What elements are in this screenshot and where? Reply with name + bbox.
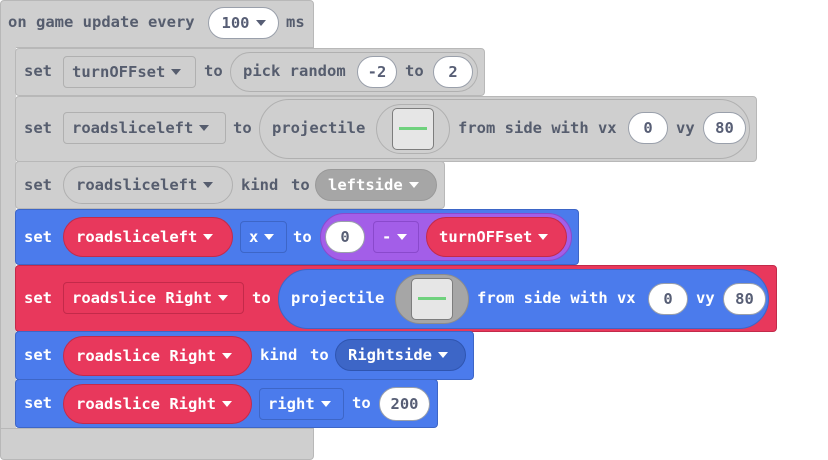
variable-dropdown-roadsliceleft[interactable]: roadsliceleft [63, 112, 226, 144]
pick-random-label: pick random [243, 62, 346, 80]
to-label: to [252, 289, 271, 307]
set-label: set [24, 289, 52, 307]
kind-label: kind [241, 176, 279, 194]
road-image-icon[interactable] [392, 108, 434, 150]
projectile-label: projectile [272, 119, 366, 137]
variable-pill-roadsliceleft[interactable]: roadsliceleft [63, 217, 233, 257]
math-left-input[interactable]: 0 [325, 221, 365, 253]
chevron-down-icon [538, 234, 549, 240]
to-label: to [405, 62, 424, 80]
vy-label: vy [696, 289, 715, 307]
chevron-down-icon [199, 125, 210, 131]
chevron-down-icon [438, 352, 448, 358]
chevron-down-icon [221, 401, 232, 407]
vx-input-left[interactable]: 0 [628, 112, 668, 144]
chevron-down-icon [203, 234, 214, 240]
set-label: set [24, 119, 52, 137]
to-label: to [352, 394, 371, 412]
property-dropdown-x[interactable]: x [240, 221, 287, 253]
operator-dropdown[interactable]: - [373, 221, 419, 253]
chevron-down-icon [408, 182, 419, 188]
to-label: to [204, 62, 223, 80]
road-image-icon[interactable] [411, 278, 453, 320]
set-label: set [24, 346, 52, 364]
kind-label: kind [260, 346, 298, 364]
chevron-down-icon [397, 234, 408, 240]
event-block-side [0, 46, 16, 432]
chevron-down-icon [217, 295, 228, 301]
chevron-down-icon [320, 401, 331, 407]
property-dropdown-right[interactable]: right [259, 388, 344, 420]
chevron-down-icon [221, 353, 232, 359]
set-label: set [24, 228, 52, 246]
to-label: to [310, 346, 329, 364]
set-label: set [24, 62, 52, 80]
chevron-down-icon [264, 234, 275, 240]
projectile-label: projectile [291, 289, 385, 307]
event-unit: ms [286, 13, 305, 31]
variable-dropdown-turnoffset[interactable]: turnOFFset [63, 56, 196, 88]
variable-pill-turnoffset[interactable]: turnOFFset [426, 217, 567, 257]
to-label: to [233, 119, 252, 137]
event-block-bottom [0, 428, 314, 460]
random-max-input[interactable]: 2 [433, 56, 473, 88]
chevron-down-icon [255, 20, 266, 26]
set-label: set [24, 176, 52, 194]
variable-dropdown-roadsliceright[interactable]: roadslice Right [63, 282, 244, 314]
kind-dropdown-leftside[interactable]: leftside [315, 169, 437, 201]
event-label: on game update every [8, 13, 195, 31]
interval-dropdown[interactable]: 100 [208, 7, 279, 39]
vx-input-right[interactable]: 0 [648, 283, 688, 315]
kind-dropdown-rightside[interactable]: Rightside [335, 339, 466, 371]
random-min-input[interactable]: -2 [357, 56, 397, 88]
right-value-input[interactable]: 200 [379, 387, 430, 421]
vy-input-left[interactable]: 80 [703, 112, 746, 144]
variable-pill-roadsliceright[interactable]: roadslice Right [63, 384, 252, 424]
variable-pill-roadsliceright[interactable]: roadslice Right [63, 336, 252, 376]
variable-dropdown-roadsliceleft[interactable]: roadsliceleft [63, 166, 233, 204]
set-label: set [24, 394, 52, 412]
vy-label: vy [676, 119, 695, 137]
to-label: to [291, 176, 310, 194]
from-side-label: from side with vx [477, 289, 636, 307]
chevron-down-icon [203, 182, 214, 188]
vy-input-right[interactable]: 80 [723, 283, 766, 315]
from-side-label: from side with vx [458, 119, 617, 137]
to-label: to [293, 228, 312, 246]
chevron-down-icon [171, 69, 182, 75]
